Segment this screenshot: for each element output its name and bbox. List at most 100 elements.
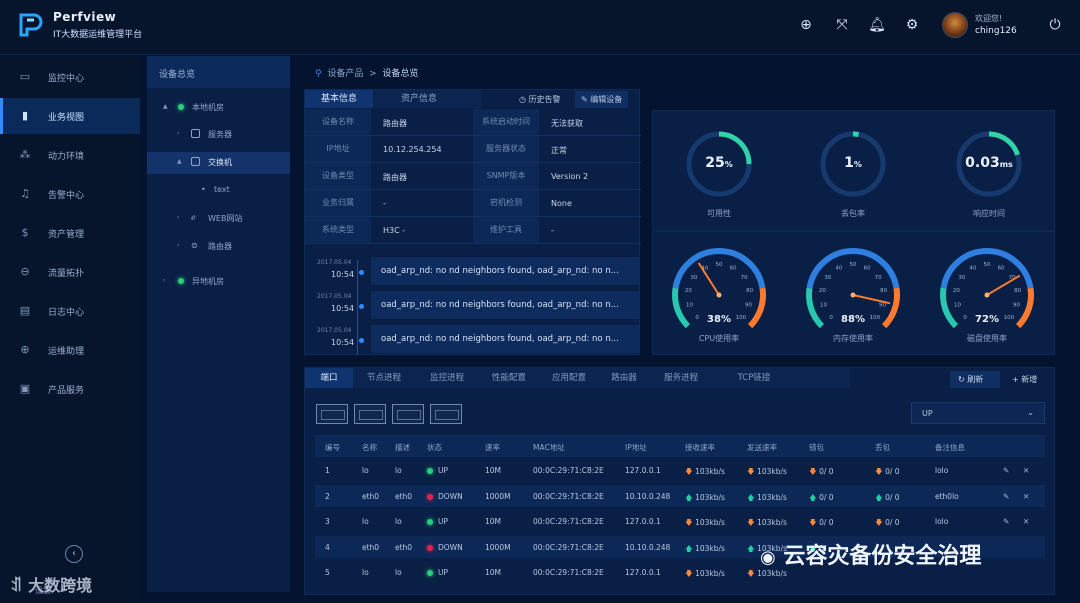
- refresh-button[interactable]: ↻ 刷新: [950, 371, 1000, 388]
- sidebar-item-topology[interactable]: ⊖ 流量拓扑: [0, 254, 140, 290]
- info-row: IP地址 10.12.254.254: [305, 136, 473, 163]
- edit-icon[interactable]: ✎: [1003, 517, 1009, 526]
- collapse-arrow-icon[interactable]: ▲: [177, 158, 182, 165]
- tree-node-remote-room[interactable]: › 异地机房: [147, 271, 290, 293]
- cell-desc: lo: [395, 568, 402, 577]
- cell-name: lo: [362, 517, 369, 526]
- tree-node-text[interactable]: • text: [147, 180, 290, 202]
- gauge-label: 磁盘使用率: [967, 334, 1007, 343]
- tab-item[interactable]: 服务进程: [649, 368, 713, 388]
- tab-item[interactable]: 路由器: [599, 368, 649, 388]
- status-filter-value: UP: [922, 409, 933, 418]
- delete-icon[interactable]: ✕: [1023, 466, 1029, 475]
- history-alerts-button[interactable]: ◷ 历史告警: [513, 91, 567, 108]
- tree-node-router[interactable]: › ⊜ 路由器: [147, 236, 290, 258]
- avatar[interactable]: [942, 12, 968, 38]
- sidebar-item-alerts[interactable]: ♫ 告警中心: [0, 176, 140, 212]
- edit-device-button[interactable]: ✎ 编辑设备: [575, 91, 629, 108]
- port-icon[interactable]: [316, 404, 348, 424]
- cell-status: DOWN: [427, 543, 463, 552]
- status-filter-select[interactable]: UP ⌄: [911, 402, 1045, 424]
- gauge-hub: [984, 292, 990, 298]
- column-header: 描述: [395, 443, 410, 452]
- sidebar-item-logs[interactable]: ▤ 日志中心: [0, 293, 140, 329]
- cell-err: 🡇 0/ 0: [809, 517, 834, 530]
- settings-icon[interactable]: ⚙: [903, 16, 921, 34]
- tab-asset-info[interactable]: 资产信息: [373, 90, 465, 108]
- device-tree-panel: 设备总览 ▲ 本地机房 › 服务器 ▲ 交换机 • text › ℯ WEB网站 › ⊜ 路由器…: [147, 56, 290, 592]
- tree-node-web[interactable]: › ℯ WEB网站: [147, 208, 290, 230]
- cell-mac: 00:0C:29:71:C8:2E: [533, 491, 604, 501]
- info-value: 10.12.254.254: [383, 145, 442, 154]
- bullet-icon: •: [201, 185, 206, 194]
- add-circle-icon[interactable]: ⊕: [797, 16, 815, 34]
- cell-tx: 🡅 103kb/s: [747, 492, 787, 505]
- add-button[interactable]: + 新增: [1012, 371, 1052, 388]
- bell-icon[interactable]: 🔔︎: [868, 16, 886, 34]
- expand-arrow-icon[interactable]: ›: [177, 130, 179, 137]
- sidebar-item-assets[interactable]: $ 资产管理: [0, 215, 140, 251]
- timeline-dot: [359, 270, 364, 275]
- cell-err: 🡇 0/ 0: [809, 466, 834, 479]
- rate-value: 103kb/s: [695, 467, 725, 476]
- tab-item[interactable]: 应用配置: [539, 368, 599, 388]
- log-entry[interactable]: 2017.05.04 10:54 oad_arp_nd: no nd neighbo…: [313, 257, 639, 287]
- count-value: 0/ 0: [885, 518, 900, 527]
- gauge-tick-label: 60: [864, 265, 871, 271]
- tab-item[interactable]: 性能配置: [479, 368, 539, 388]
- tab-item[interactable]: 监控进程: [415, 368, 479, 388]
- edit-icon[interactable]: ✎: [1003, 492, 1009, 501]
- ring-number: 0.03: [965, 155, 1000, 171]
- tree-node-local-room[interactable]: ▲ 本地机房: [147, 97, 290, 119]
- info-key: 系统类型: [305, 217, 371, 243]
- bottom-tabs: 端口 节点进程 监控进程 性能配置 应用配置 路由器 服务进程 TCP链接: [305, 368, 850, 388]
- info-tabs: 基本信息 资产信息: [305, 90, 481, 108]
- table-row[interactable]: 2 eth0 eth0 DOWN 1000M 00:0C:29:71:C8:2E 10.10…: [315, 484, 1045, 507]
- dollar-icon: $: [21, 226, 29, 239]
- port-icon[interactable]: [392, 404, 424, 424]
- sidebar-item-ops-assistant[interactable]: ⊕ 运维助理: [0, 332, 140, 368]
- sidebar-item-business-view[interactable]: ▮ 业务视图: [0, 98, 140, 134]
- tab-item[interactable]: TCP链接: [713, 368, 795, 388]
- table-row[interactable]: 1 lo lo UP 10M 00:0C:29:71:C8:2E 127.0.0.1 🡇 10…: [315, 459, 1045, 481]
- collapse-sidebar-button[interactable]: ‹: [65, 545, 83, 563]
- username[interactable]: ching126: [975, 26, 1017, 36]
- expand-arrow-icon[interactable]: ›: [163, 277, 165, 284]
- info-value: -: [551, 226, 554, 235]
- arrow-down-icon: 🡇: [747, 467, 758, 476]
- breadcrumb-item[interactable]: 设备产品: [327, 69, 363, 79]
- sidebar-item-power-env[interactable]: ⁂ 动力环境: [0, 137, 140, 173]
- fullscreen-icon[interactable]: ⤧: [833, 16, 851, 34]
- collapse-arrow-icon[interactable]: ▲: [163, 103, 168, 110]
- bell-icon: ♫: [20, 187, 30, 200]
- metrics-panel: 0 10 20 30 40 50 60 70 80 90 100 0 10 20 30 40 50 60 70 80 9…: [652, 110, 1055, 355]
- table-row[interactable]: 3 lo lo UP 10M 00:0C:29:71:C8:2E 127.0.0.1 🡇 10…: [315, 510, 1045, 532]
- sidebar-item-monitor[interactable]: ▭ 监控中心: [0, 59, 140, 95]
- expand-arrow-icon[interactable]: ›: [177, 214, 179, 221]
- port-icon[interactable]: [430, 404, 462, 424]
- tree-node-servers[interactable]: › 服务器: [147, 124, 290, 146]
- delete-icon[interactable]: ✕: [1023, 517, 1029, 526]
- log-entry[interactable]: 2017.05.04 10:54 oad_arp_nd: no nd neighbo…: [313, 325, 639, 355]
- tab-basic-info[interactable]: 基本信息: [305, 90, 373, 108]
- delete-icon[interactable]: ✕: [1023, 492, 1029, 501]
- cell-drop: 🡅 0/ 0: [875, 492, 900, 505]
- sidebar-item-products[interactable]: ▣ 产品服务: [0, 371, 140, 407]
- network-icon: ⁂: [19, 148, 31, 161]
- tree-node-label: 交换机: [208, 158, 232, 167]
- port-icon[interactable]: [354, 404, 386, 424]
- arrow-icon: 🡇: [875, 518, 886, 527]
- tab-ports[interactable]: 端口: [305, 368, 353, 388]
- edit-icon[interactable]: ✎: [1003, 466, 1009, 475]
- ring-unit: %: [724, 160, 733, 169]
- tab-item[interactable]: 节点进程: [353, 368, 415, 388]
- expand-arrow-icon[interactable]: ›: [177, 242, 179, 249]
- log-entry[interactable]: 2017.05.04 10:54 oad_arp_nd: no nd neighbo…: [313, 291, 639, 321]
- column-header: 错包: [809, 443, 824, 452]
- tree-node-switch[interactable]: ▲ 交换机: [147, 152, 290, 174]
- power-icon[interactable]: ⏻: [1046, 16, 1064, 34]
- cell-no: 4: [325, 542, 330, 552]
- arrow-up-icon: 🡅: [747, 543, 758, 553]
- plus-circle-icon: ⊕: [20, 343, 30, 356]
- arrow-down-icon: 🡇: [685, 467, 696, 476]
